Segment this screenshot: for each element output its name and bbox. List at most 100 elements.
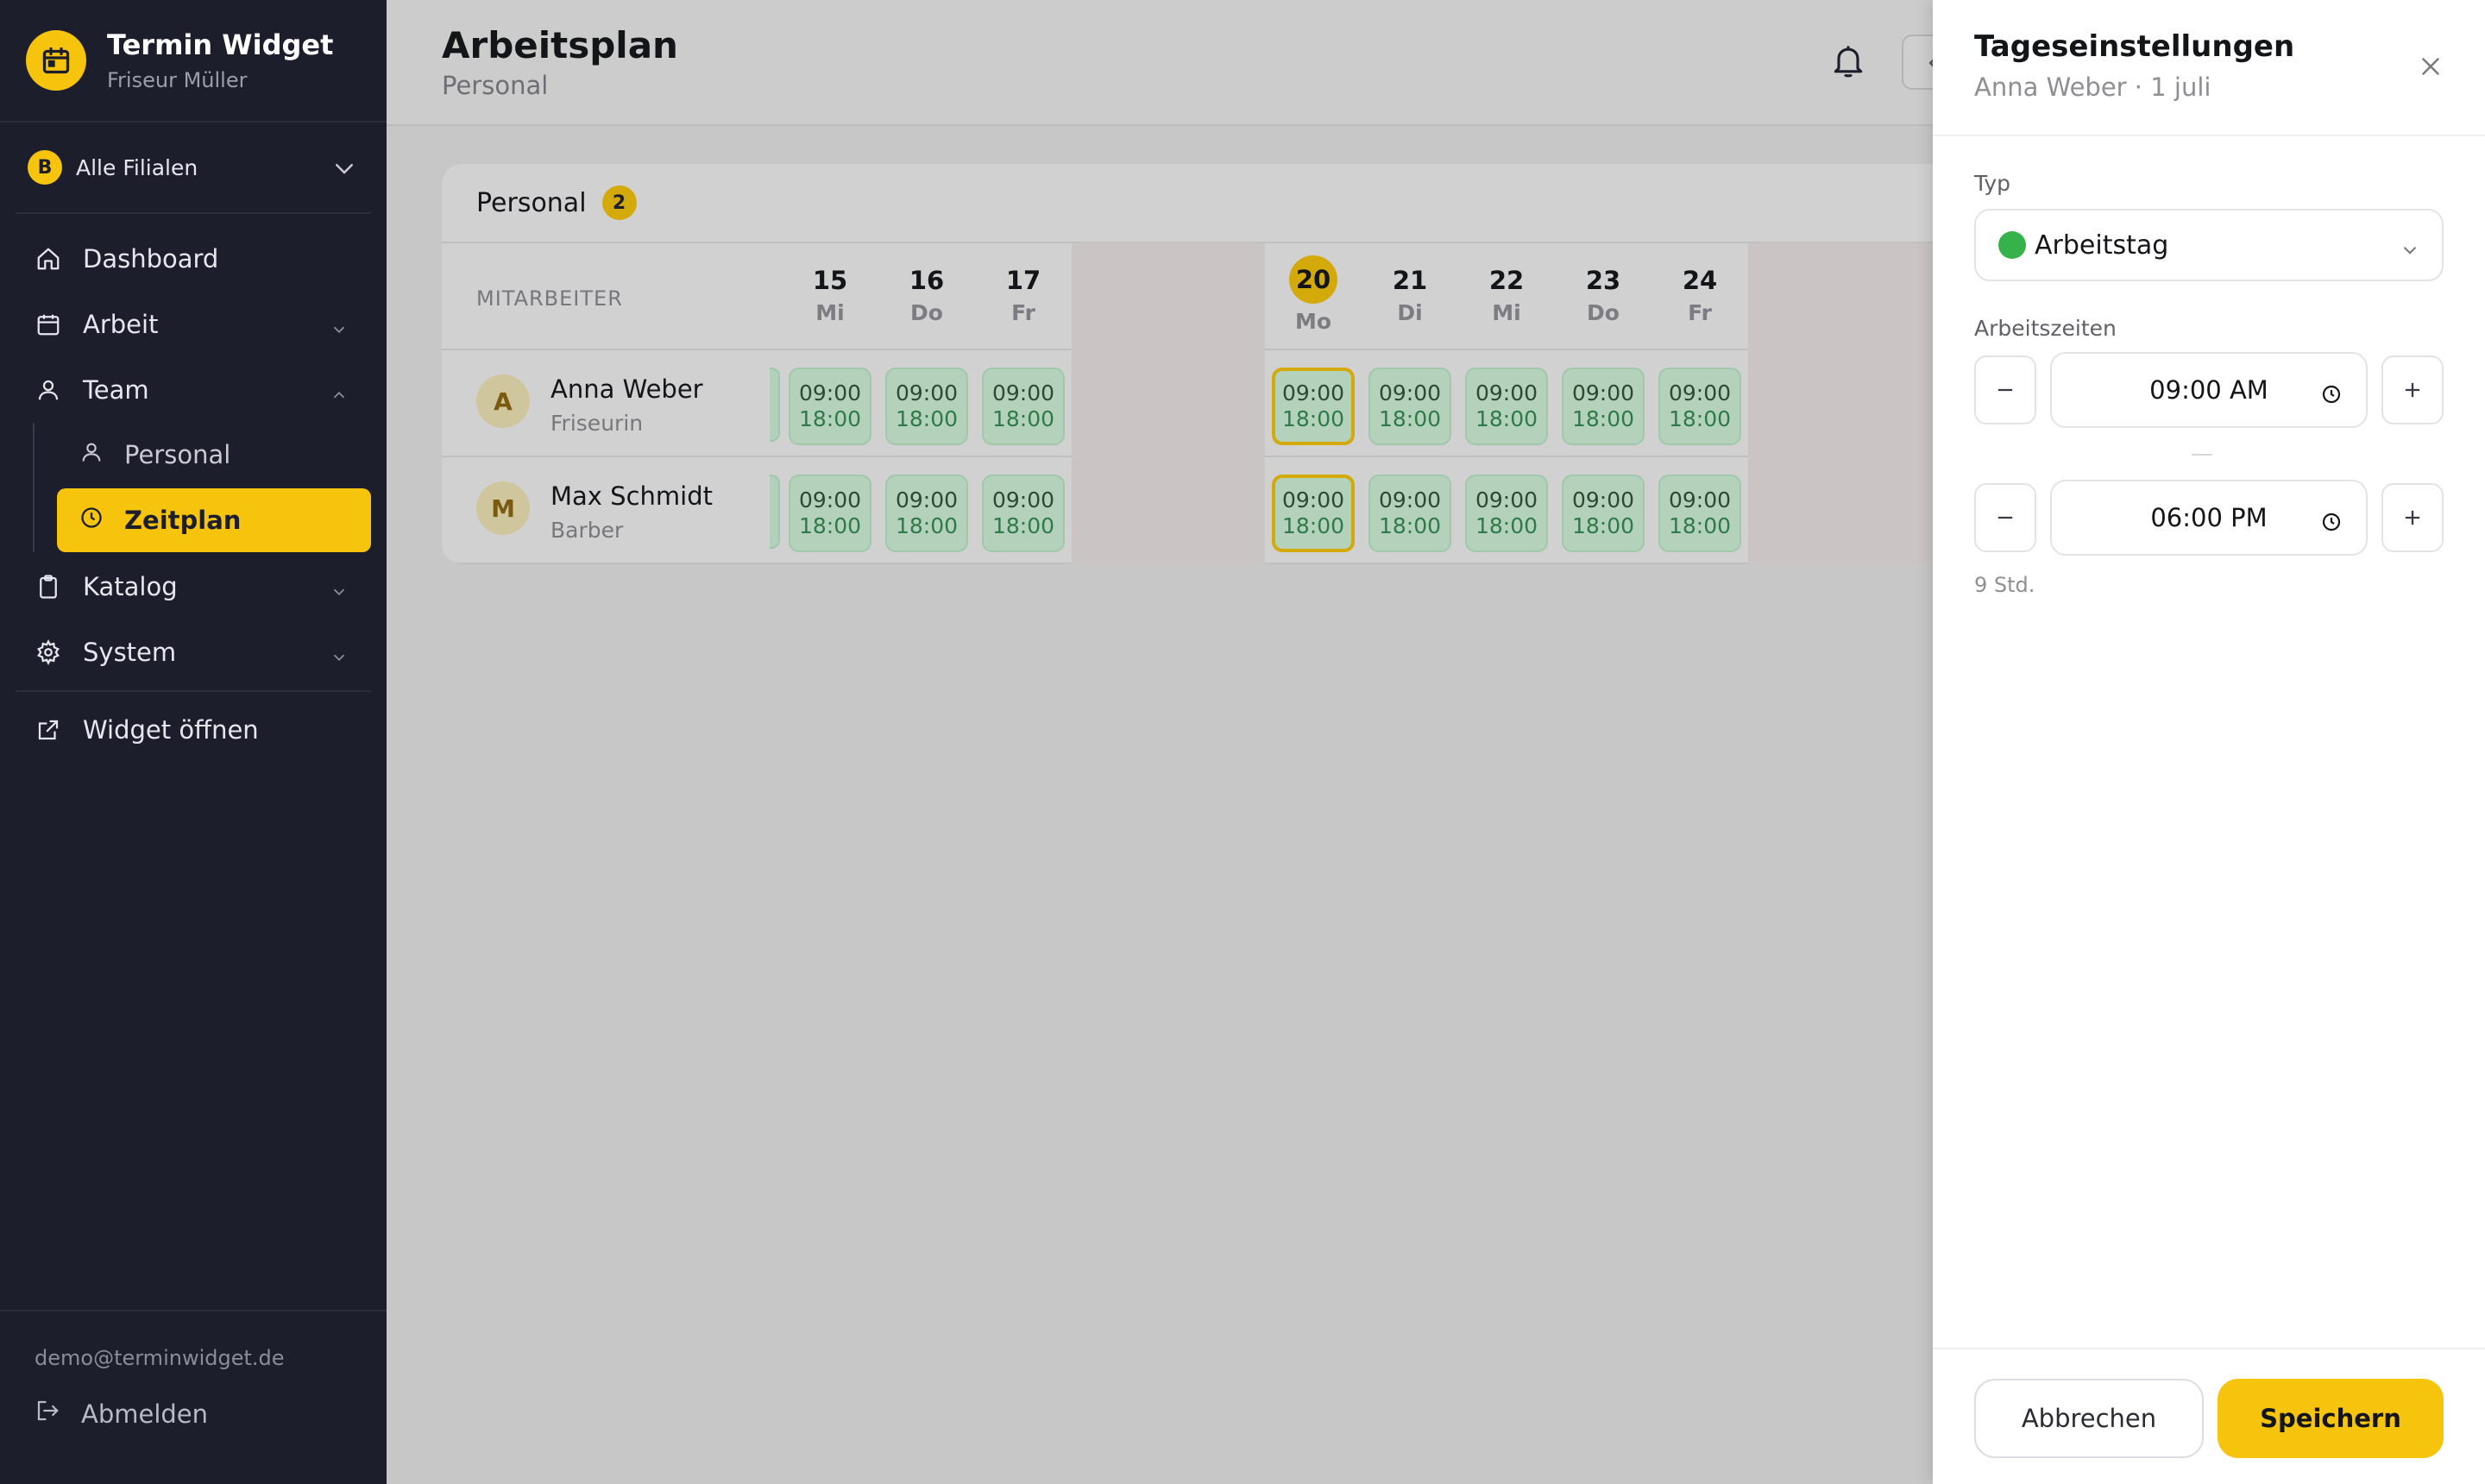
day-number: 24 — [1682, 266, 1718, 295]
page-title: Arbeitsplan — [442, 24, 678, 66]
save-button[interactable]: Speichern — [2218, 1379, 2444, 1458]
shift-end: 18:00 — [1475, 513, 1538, 538]
day-weekday: Mi — [1492, 300, 1521, 325]
shift-cell[interactable]: 09:00 18:00 — [1272, 368, 1355, 445]
type-select[interactable]: Arbeitstag — [1974, 209, 2444, 281]
shift-start: 09:00 — [798, 487, 862, 512]
shift-cell[interactable]: 09:00 18:00 — [1658, 368, 1741, 445]
clock-icon — [2321, 381, 2342, 411]
day-column-header: 23 Do — [1555, 243, 1651, 350]
shift-cell[interactable]: 09:00 18:00 — [1465, 475, 1548, 552]
panel-subtitle: Anna Weber · 1 juli — [1974, 72, 2211, 102]
start-decrement-button[interactable] — [1974, 355, 2036, 424]
shift-cell[interactable]: 09:00 18:00 — [885, 475, 968, 552]
subnav-line — [33, 423, 35, 552]
status-dot-icon — [1998, 231, 2026, 259]
external-link-icon — [35, 716, 62, 744]
day-number: 16 — [909, 266, 945, 295]
nav-zeitplan[interactable]: Zeitplan — [57, 488, 371, 552]
chevron-down-icon — [330, 316, 349, 345]
close-icon[interactable] — [2416, 52, 2445, 85]
shift-end: 18:00 — [798, 406, 862, 431]
end-decrement-button[interactable] — [1974, 483, 2036, 552]
shift-cell[interactable]: 09:00 18:00 — [885, 368, 968, 445]
shift-start: 09:00 — [1668, 487, 1732, 512]
panel-header: Tageseinstellungen Anna Weber · 1 juli — [1933, 0, 2485, 136]
day-weekday: Mi — [815, 300, 845, 325]
day-weekday: Di — [1397, 300, 1423, 325]
shift-start: 09:00 — [1475, 380, 1538, 406]
shift-start: 09:00 — [1281, 487, 1345, 512]
home-icon — [35, 245, 62, 273]
nav-dashboard[interactable]: Dashboard — [0, 226, 387, 292]
end-time-value: 06:00 PM — [2150, 503, 2268, 532]
staff-count-badge: 2 — [601, 186, 637, 220]
shift-cell[interactable]: 09:00 18:00 — [1272, 475, 1355, 552]
clock-icon — [79, 506, 104, 536]
shift-cell[interactable]: 09:00 18:00 — [1562, 368, 1645, 445]
shift-cell[interactable]: 09:00 18:00 — [1562, 475, 1645, 552]
nav-widget-open[interactable]: Widget öffnen — [0, 697, 387, 763]
panel-footer: Abbrechen Speichern — [1933, 1348, 2485, 1484]
shift-cell[interactable]: 09:00 18:00 — [1658, 475, 1741, 552]
nav-katalog-label: Katalog — [83, 572, 178, 601]
shift-start: 09:00 — [1378, 380, 1442, 406]
shift-cell[interactable]: 09:00 18:00 — [982, 475, 1065, 552]
cancel-button[interactable]: Abbrechen — [1974, 1379, 2204, 1458]
shift-cell[interactable]: 09:00 18:00 — [1465, 368, 1548, 445]
nav-team[interactable]: Team — [0, 357, 387, 423]
branch-selector[interactable]: B Alle Filialen — [16, 123, 371, 214]
shift-start: 09:00 — [1378, 487, 1442, 512]
nav-system[interactable]: System — [0, 619, 387, 685]
shift-end: 18:00 — [895, 513, 959, 538]
day-column-header: 22 Mi — [1458, 243, 1555, 350]
user-icon — [35, 376, 62, 404]
shift-end: 18:00 — [991, 406, 1055, 431]
gear-icon — [35, 638, 62, 666]
day-number: 22 — [1488, 266, 1525, 295]
nav-system-label: System — [83, 638, 177, 667]
shift-cell[interactable]: 09:00 18:00 — [1368, 368, 1451, 445]
nav-zeitplan-label: Zeitplan — [124, 506, 242, 535]
chevron-down-icon — [2399, 238, 2421, 268]
end-time-input[interactable]: 06:00 PM — [2050, 480, 2368, 556]
nav-personal[interactable]: Personal — [57, 423, 371, 487]
clipboard-icon — [35, 573, 62, 601]
day-column-header: 24 Fr — [1651, 243, 1748, 350]
panel-title: Tageseinstellungen — [1974, 29, 2295, 64]
nav-arbeit[interactable]: Arbeit — [0, 292, 387, 357]
day-number: 21 — [1392, 266, 1428, 295]
page-subtitle: Personal — [442, 71, 549, 100]
staff-role: Friseurin — [550, 411, 644, 436]
shift-end: 18:00 — [1571, 406, 1635, 431]
previous-day-cell[interactable] — [770, 475, 780, 549]
previous-day-cell[interactable] — [770, 368, 780, 442]
start-time-value: 09:00 AM — [2149, 375, 2268, 405]
day-column-header: 21 Di — [1362, 243, 1458, 350]
shift-end: 18:00 — [798, 513, 862, 538]
shift-end: 18:00 — [895, 406, 959, 431]
bell-icon[interactable] — [1829, 40, 1867, 85]
nav-katalog[interactable]: Katalog — [0, 554, 387, 619]
start-time-input[interactable]: 09:00 AM — [2050, 352, 2368, 428]
card-title: Personal — [476, 187, 587, 218]
brand: Termin Widget Friseur Müller — [0, 0, 387, 123]
start-increment-button[interactable] — [2381, 355, 2444, 424]
day-weekday: Fr — [1011, 300, 1035, 325]
shift-cell[interactable]: 09:00 18:00 — [789, 368, 871, 445]
day-column-header: 20 Mo — [1265, 243, 1362, 350]
nav-personal-label: Personal — [124, 440, 231, 469]
end-increment-button[interactable] — [2381, 483, 2444, 552]
work-times-label: Arbeitszeiten — [1974, 316, 2117, 341]
chevron-down-icon — [331, 155, 357, 185]
day-weekday: Do — [1587, 300, 1620, 325]
logout-button[interactable]: Abmelden — [35, 1398, 208, 1430]
card-header: Personal 2 — [442, 164, 1995, 243]
brand-subtitle: Friseur Müller — [107, 68, 248, 92]
sidebar-footer: demo@terminwidget.de Abmelden — [0, 1310, 387, 1484]
shift-cell[interactable]: 09:00 18:00 — [789, 475, 871, 552]
user-icon — [79, 440, 104, 470]
shift-cell[interactable]: 09:00 18:00 — [1368, 475, 1451, 552]
shift-cell[interactable]: 09:00 18:00 — [982, 368, 1065, 445]
column-label: MITARBEITER — [476, 286, 623, 311]
